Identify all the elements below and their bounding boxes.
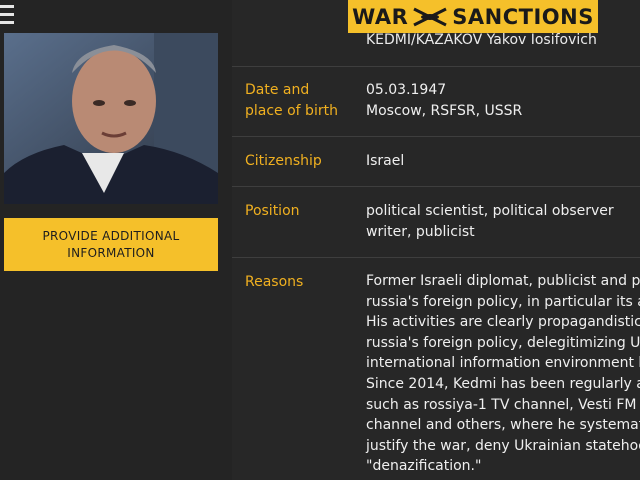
divider — [232, 66, 640, 67]
divider — [232, 136, 640, 137]
reasons-label: Reasons — [245, 274, 304, 290]
reasons-text: Former Israeli diplomat, publicist and p… — [366, 273, 640, 475]
divider — [232, 257, 640, 258]
logo-word-sanctions: SANCTIONS — [452, 4, 594, 29]
position-value: political scientist, political observer … — [366, 203, 614, 240]
birth-place: Moscow, RSFSR, USSR — [366, 103, 523, 119]
citizenship-value: Israel — [366, 153, 405, 169]
drone-icon — [413, 7, 447, 26]
war-sanctions-logo[interactable]: WAR SANCTIONS — [348, 0, 598, 33]
divider — [232, 186, 640, 187]
birth-value: 05.03.1947 Moscow, RSFSR, USSR — [366, 80, 522, 122]
birth-date: 05.03.1947 — [366, 82, 447, 98]
left-sidebar: PROVIDE ADDITIONAL INFORMATION — [0, 0, 232, 480]
citizenship-label: Citizenship — [245, 153, 322, 169]
person-name: KEDMI/KAZAKOV Yakov Iosifovich — [366, 32, 597, 48]
logo-word-war: WAR — [352, 4, 409, 29]
position-label: Position — [245, 203, 300, 219]
provide-additional-info-button[interactable]: PROVIDE ADDITIONAL INFORMATION — [4, 218, 218, 271]
profile-photo — [4, 33, 218, 204]
hamburger-menu-icon[interactable] — [0, 5, 14, 27]
birth-label: Date and place of birth — [245, 82, 338, 119]
